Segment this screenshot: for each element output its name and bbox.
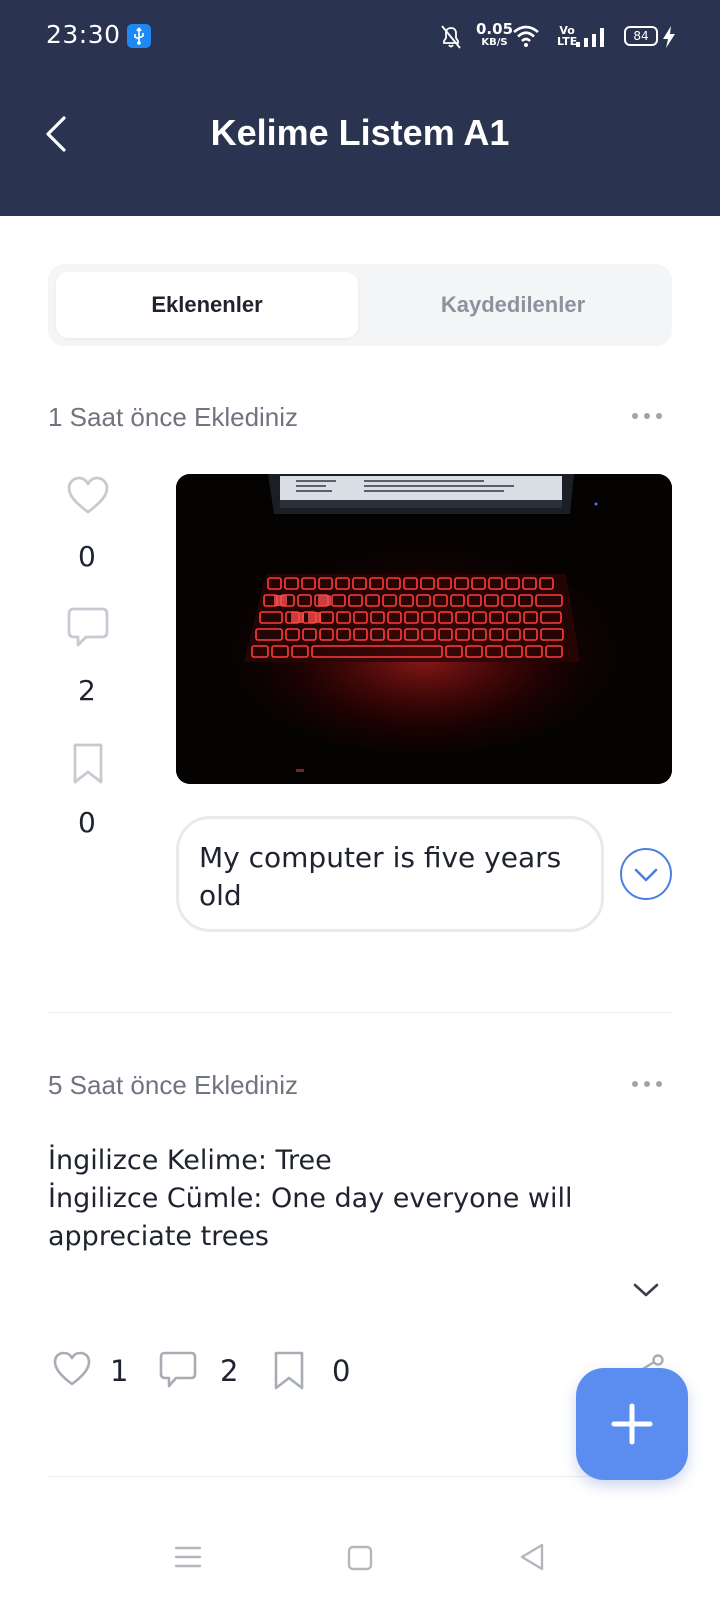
post-time: 5 Saat önce Eklediniz [48,1070,299,1100]
like-count: 0 [78,540,96,573]
laptop-photo[interactable] [176,474,672,784]
volte-indicator: Vo LTE [557,25,577,47]
word-line: İngilizce Kelime: Tree [48,1145,332,1176]
app-header: 23:30 0.05 KB/S Vo LTE 84 Kelime Listem … [0,0,720,216]
status-icons: 0.05 KB/S Vo LTE 84 [440,20,680,56]
charging-icon [663,26,675,48]
usb-icon [127,24,151,48]
net-speed-unit: KB/S [481,37,508,48]
page-title: Kelime Listem A1 [210,112,510,153]
volte-bottom: LTE [557,35,578,48]
comment-icon[interactable] [66,606,110,650]
tab-bar: Eklenenler Kaydedilenler [48,264,672,346]
bookmark-icon[interactable] [70,742,106,786]
save-count: 0 [332,1354,351,1388]
sentence-line: İngilizce Cümle: One day everyone will a… [48,1183,573,1252]
status-time: 23:30 [46,20,121,49]
battery-icon: 84 [624,26,658,46]
chevron-down-icon [634,868,658,882]
heart-icon[interactable] [52,1350,92,1388]
menu-icon[interactable] [174,1544,202,1570]
post-text: İngilizce Kelime: Tree İngilizce Cümle: … [48,1142,608,1256]
sentence-bubble: My computer is five years old [176,816,604,932]
more-options-button[interactable] [628,404,668,428]
post-time: 1 Saat önce Eklediniz [48,402,299,432]
expand-button[interactable] [620,848,672,900]
back-triangle-icon[interactable] [518,1542,546,1572]
mute-icon [441,25,461,49]
save-count: 0 [78,806,96,839]
add-button[interactable] [576,1368,688,1480]
more-options-button[interactable] [628,1072,668,1096]
chevron-down-icon[interactable] [632,1280,660,1300]
heart-icon[interactable] [66,476,110,516]
comment-icon[interactable] [158,1350,198,1392]
net-speed-value: 0.05 [476,20,514,38]
tab-eklenenler[interactable]: Eklenenler [56,272,358,338]
wifi-icon [513,25,539,47]
net-speed: 0.05 KB/S [476,22,513,48]
bookmark-icon[interactable] [272,1350,306,1392]
signal-icon [576,28,604,47]
comment-count: 2 [220,1354,239,1388]
home-square-icon[interactable] [346,1544,374,1572]
divider [48,1012,672,1013]
plus-icon [611,1403,653,1445]
comment-count: 2 [78,674,96,707]
system-nav-bar [0,1520,720,1600]
like-count: 1 [110,1354,129,1388]
tab-kaydedilenler[interactable]: Kaydedilenler [362,272,664,338]
